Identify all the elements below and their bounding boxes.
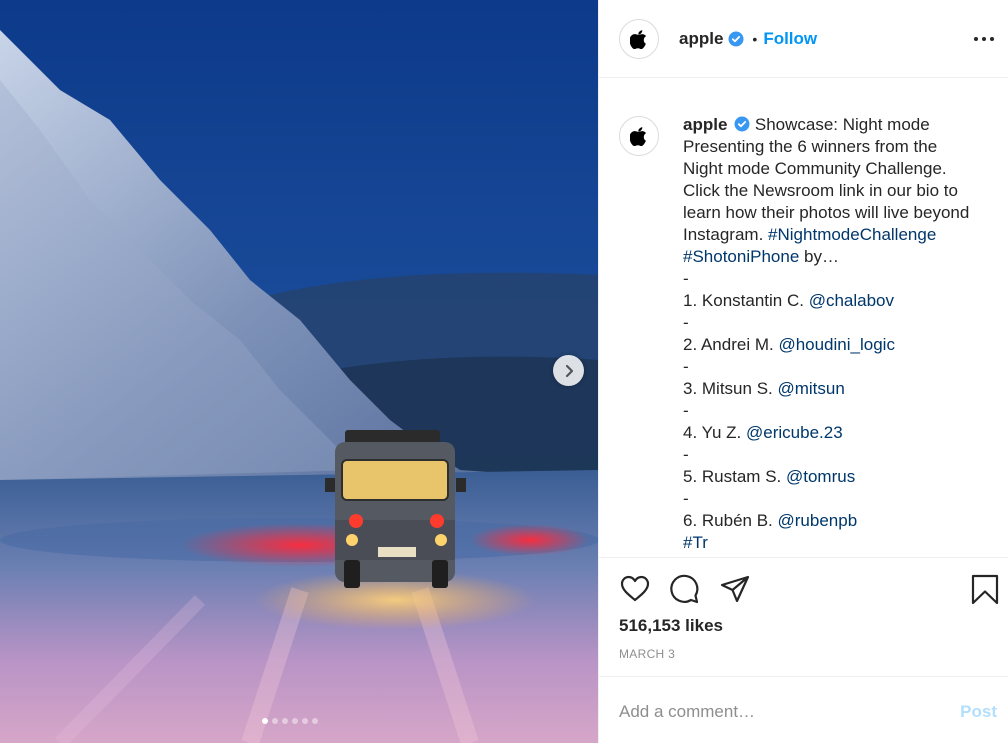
caption-dash: - xyxy=(683,445,689,464)
chevron-right-icon xyxy=(565,364,573,377)
hashtag-link[interactable]: #Tr xyxy=(683,533,708,552)
caption-text-line: Click the Newsroom link in our bio to xyxy=(683,181,958,200)
night-landscape-image xyxy=(0,0,598,743)
caption-username[interactable]: apple xyxy=(683,115,727,134)
bookmark-icon[interactable] xyxy=(969,573,1001,605)
caption-text-line: Night mode Community Challenge. xyxy=(683,159,947,178)
verified-badge-icon xyxy=(734,116,750,132)
caption-dash: - xyxy=(683,489,689,508)
carousel-indicator xyxy=(262,718,318,724)
carousel-dot xyxy=(292,718,298,724)
carousel-dot xyxy=(272,718,278,724)
winner-name: 5. Rustam S. xyxy=(683,467,786,486)
post-comment-button[interactable]: Post xyxy=(960,702,997,722)
avatar[interactable] xyxy=(619,18,659,59)
caption-dash: - xyxy=(683,401,689,420)
comment-form: Post xyxy=(599,676,1008,743)
post-date: MARCH 3 xyxy=(619,647,676,661)
mention-link[interactable]: @houdini_logic xyxy=(778,335,895,354)
hashtag-link[interactable]: #NightmodeChallenge xyxy=(768,225,936,244)
apple-logo-icon xyxy=(630,29,647,49)
follow-button[interactable]: Follow xyxy=(763,29,817,49)
caption-text-line: learn how their photos will live beyond xyxy=(683,203,970,222)
winner-name: 1. Konstantin C. xyxy=(683,291,809,310)
caption-dash: - xyxy=(683,313,689,332)
winner-name: 4. Yu Z. xyxy=(683,423,747,442)
post-details-panel: apple • Follow apple Showcase: Night mod… xyxy=(598,0,1008,743)
winner-name: 2. Andrei M. xyxy=(683,335,779,354)
post-photo[interactable] xyxy=(0,0,598,743)
mention-link[interactable]: @ericube.23 xyxy=(746,423,843,442)
carousel-dot xyxy=(312,718,318,724)
action-bar xyxy=(599,557,1008,617)
likes-count[interactable]: 516,153 likes xyxy=(619,616,723,636)
post-caption: apple Showcase: Night mode Presenting th… xyxy=(683,114,993,557)
carousel-dot xyxy=(302,718,308,724)
mention-link[interactable]: @tomrus xyxy=(786,467,855,486)
winner-name: 3. Mitsun S. xyxy=(683,379,778,398)
next-slide-button[interactable] xyxy=(553,355,584,386)
header-username[interactable]: apple xyxy=(679,29,723,49)
heart-icon[interactable] xyxy=(619,573,651,605)
comment-bubble-icon[interactable] xyxy=(669,573,701,605)
paper-plane-icon[interactable] xyxy=(719,573,751,605)
caption-dash: - xyxy=(683,357,689,376)
caption-text-line: Showcase: Night mode xyxy=(754,115,930,134)
winner-name: 6. Rubén B. xyxy=(683,511,778,530)
mention-link[interactable]: @rubenpb xyxy=(778,511,858,530)
caption-text: by… xyxy=(799,247,839,266)
comment-input[interactable] xyxy=(619,699,939,725)
mention-link[interactable]: @chalabov xyxy=(809,291,894,310)
carousel-dot xyxy=(262,718,268,724)
carousel-dot xyxy=(282,718,288,724)
header-separator: • xyxy=(752,30,758,47)
caption-dash: - xyxy=(683,269,689,288)
mention-link[interactable]: @mitsun xyxy=(777,379,844,398)
verified-badge-icon xyxy=(728,31,744,47)
caption-avatar[interactable] xyxy=(619,116,659,156)
apple-logo-icon xyxy=(630,127,647,146)
caption-text-line: Instagram. xyxy=(683,225,764,244)
hashtag-link[interactable]: #ShotoniPhone xyxy=(683,247,799,266)
post-header: apple • Follow xyxy=(599,0,1008,78)
caption-text-line: Presenting the 6 winners from the xyxy=(683,137,938,156)
more-options-icon[interactable] xyxy=(974,30,994,48)
comments-section[interactable]: apple Showcase: Night mode Presenting th… xyxy=(599,79,1008,557)
